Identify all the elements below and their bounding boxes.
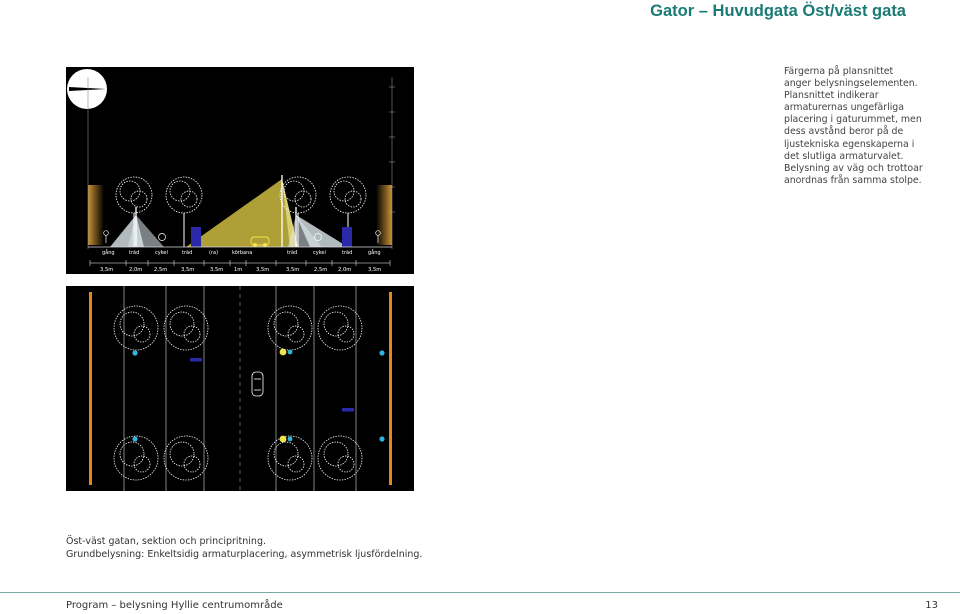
- footer-title: Program – belysning Hyllie centrumområde: [66, 600, 283, 611]
- description-text: Färgerna på plansnittet anger belysnings…: [784, 66, 934, 187]
- dimension-label: 3,5m: [256, 267, 269, 273]
- dimension-label: 2,0m: [129, 267, 142, 273]
- description-line: Färgerna på plansnittet: [784, 66, 894, 77]
- description-line: det slutliga armaturvalet.: [784, 150, 904, 162]
- zone-label: träd: [342, 250, 352, 256]
- zone-label: träd: [129, 250, 139, 256]
- bench-blue: [342, 227, 352, 247]
- footer-divider: [0, 592, 960, 593]
- street-section-figure: gång träd cykel träd (ra) körbana träd c…: [66, 67, 414, 274]
- description-line: armaturernas ungefärliga: [784, 102, 904, 114]
- caption-line: Öst-väst gatan, sektion och principritni…: [66, 536, 267, 547]
- zone-label: träd: [287, 250, 297, 256]
- facade-light-right: [376, 185, 392, 245]
- dimension-label: 3,5m: [286, 267, 299, 273]
- dimension-label: 2,5m: [314, 267, 327, 273]
- tree-icon: [113, 305, 363, 481]
- bench-blue: [342, 408, 354, 412]
- figure-caption: Öst-väst gatan, sektion och principritni…: [66, 536, 422, 561]
- description-line: Belysning av väg och trottoar: [784, 162, 923, 174]
- facade-light-left: [88, 185, 104, 245]
- dimension-label: 3,5m: [181, 267, 194, 273]
- north-arrow-icon: [67, 69, 107, 109]
- dimension-label: 1m: [234, 267, 242, 273]
- dimension-label: 3,5m: [210, 267, 223, 273]
- road-light-point: [279, 348, 287, 443]
- zone-label: gång: [102, 249, 115, 256]
- dimension-label: 3,5m: [100, 267, 113, 273]
- zone-label: cykel: [155, 250, 168, 256]
- walk-light-point: [132, 349, 385, 442]
- zone-label: träd: [182, 250, 192, 256]
- tree-icon: [115, 176, 367, 214]
- caption-line: Grundbelysning: Enkeltsidig armaturplace…: [66, 548, 423, 560]
- dimension-label: 2,5m: [154, 267, 167, 273]
- zone-label: cykel: [313, 250, 326, 256]
- zone-label: gång: [368, 249, 381, 256]
- description-line: Plansnittet indikerar: [784, 90, 879, 102]
- page-number: 13: [925, 600, 938, 611]
- bench-blue: [190, 358, 202, 362]
- facade-light-right: [389, 292, 392, 485]
- bench-blue: [191, 227, 201, 247]
- zone-label: körbana: [232, 250, 252, 256]
- description-line: dess avstånd beror på de: [784, 126, 904, 138]
- facade-light-left: [89, 292, 92, 485]
- zone-label: (ra): [209, 250, 218, 256]
- page-title: Gator – Huvudgata Öst/väst gata: [650, 2, 906, 20]
- dimension-label: 2,0m: [338, 267, 351, 273]
- description-line: ljustekniska egenskaperna i: [784, 138, 915, 150]
- description-line: anger belysningselementen.: [784, 78, 918, 90]
- car-icon: [251, 371, 264, 397]
- description-line: anordnas från samma stolpe.: [784, 174, 922, 186]
- dimension-label: 3,5m: [368, 267, 381, 273]
- street-plan-figure: [66, 286, 414, 491]
- description-line: placering i gaturummet, men: [784, 114, 922, 126]
